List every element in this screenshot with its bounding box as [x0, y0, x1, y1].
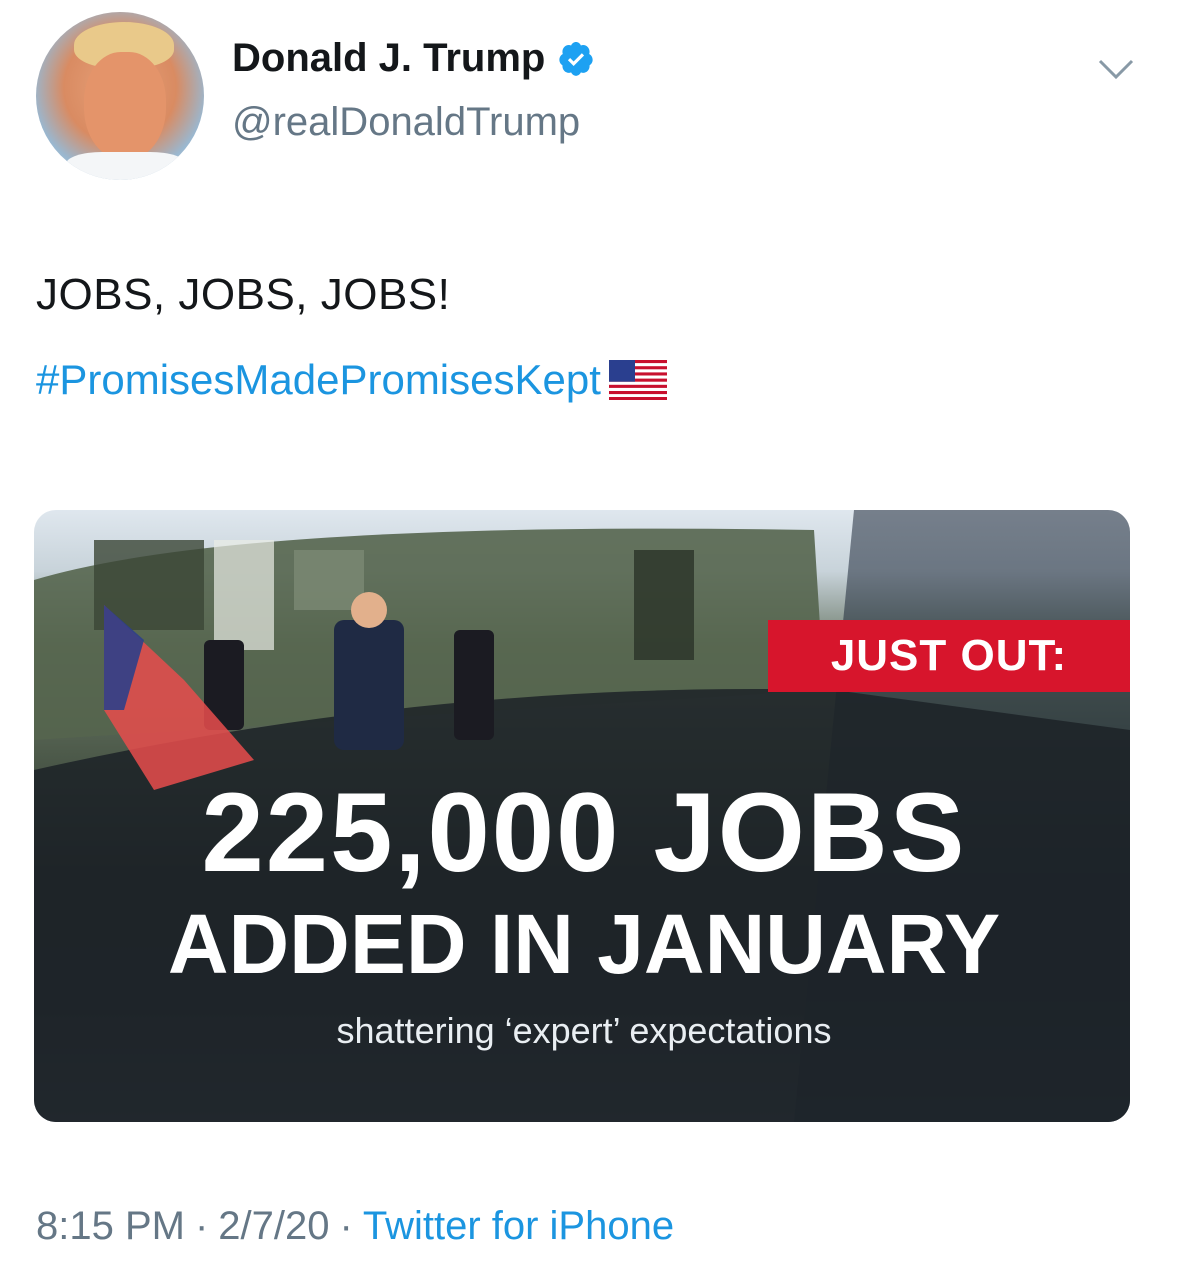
just-out-badge: JUST OUT:: [768, 620, 1130, 692]
tweet-source[interactable]: Twitter for iPhone: [363, 1204, 674, 1249]
footer-separator: ·: [339, 1204, 353, 1248]
headline-january: ADDED IN JANUARY: [167, 897, 1001, 991]
profile-avatar[interactable]: [36, 12, 204, 180]
tweet-footer: 8:15 PM · 2/7/20 · Twitter for iPhone: [36, 1204, 674, 1249]
avatar-shirt: [66, 152, 186, 180]
hashtag-row: #PromisesMadePromisesKept: [36, 356, 667, 404]
us-flag-icon: [608, 360, 667, 400]
headline-subline: shattering ‘expert’ expectations: [336, 1010, 832, 1051]
author-name[interactable]: Donald J. Trump: [232, 36, 545, 81]
tweet-date[interactable]: 2/7/20: [218, 1204, 329, 1249]
hashtag-link[interactable]: #PromisesMadePromisesKept: [36, 356, 601, 404]
verified-badge-icon: [559, 41, 594, 76]
headline-jobs: 225,000 JOBS: [201, 770, 967, 895]
tweet-image[interactable]: JUST OUT: 225,000 JOBS ADDED IN JANUARY …: [34, 510, 1130, 1122]
chevron-down-icon[interactable]: [1096, 56, 1136, 82]
avatar-face: [84, 52, 166, 160]
tweet-time[interactable]: 8:15 PM: [36, 1204, 185, 1249]
author-name-row: Donald J. Trump: [232, 36, 595, 81]
tweet-text: JOBS, JOBS, JOBS!: [36, 270, 451, 319]
footer-separator: ·: [194, 1204, 209, 1248]
author-handle[interactable]: @realDonaldTrump: [232, 100, 580, 145]
